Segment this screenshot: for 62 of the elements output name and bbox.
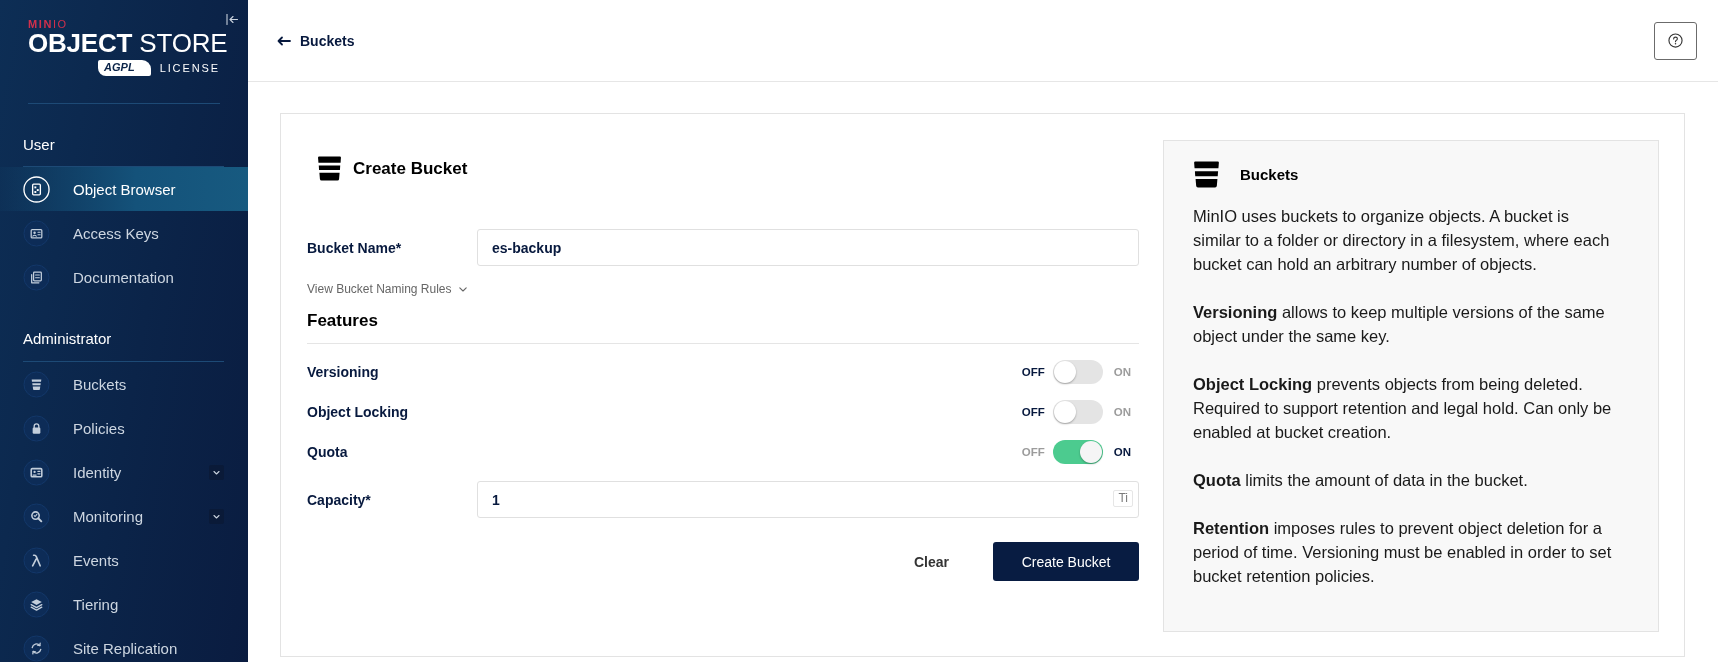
section-title: User xyxy=(23,136,55,153)
field-label: Capacity* xyxy=(307,491,372,508)
off-label: OFF xyxy=(1021,406,1045,418)
bucket-icon xyxy=(23,370,50,398)
sidebar-item[interactable]: Policies xyxy=(0,406,248,450)
chevron-icon[interactable] xyxy=(209,508,224,524)
brand-vendor: MINIO xyxy=(28,18,68,30)
bucket-icon xyxy=(1193,161,1220,188)
chevron-icon[interactable] xyxy=(209,464,224,480)
info-paragraph: Object Locking prevents objects from being deleted. Required to support retention and legal hold. Can only be enabled at bucket creation. xyxy=(1193,374,1613,443)
sidebar-item[interactable]: Tiering xyxy=(0,582,248,626)
toggle-switch[interactable] xyxy=(1052,400,1103,424)
brand-product: OBJECT STORE xyxy=(28,30,228,56)
bucket-icon xyxy=(317,156,342,181)
back-link[interactable]: Buckets xyxy=(277,32,355,49)
off-label: OFF xyxy=(1021,366,1045,378)
documents-icon xyxy=(23,263,50,291)
on-label: ON xyxy=(1113,446,1131,458)
sidebar-item[interactable]: Identity xyxy=(0,450,248,494)
file-icon xyxy=(23,175,50,203)
info-paragraph: Quota limits the amount of data in the bucket. xyxy=(1193,470,1529,491)
section-heading: Features xyxy=(307,311,378,330)
toggle-switch[interactable] xyxy=(1052,360,1103,384)
sidebar-item[interactable]: Events xyxy=(0,538,248,582)
field-label: Quota xyxy=(307,444,349,460)
unit-label: Ti xyxy=(1113,490,1133,507)
layers-icon xyxy=(23,590,50,618)
license-badge: AGPL xyxy=(98,60,151,76)
sidebar-item[interactable]: Documentation xyxy=(0,255,248,299)
sidebar-item[interactable]: Buckets xyxy=(0,362,248,406)
field-label: Object Locking xyxy=(307,404,410,420)
info-paragraph: Retention imposes rules to prevent object deletion for a period of time. Versioning must be enabled in order to set bucket retention policies. xyxy=(1193,518,1613,587)
text-button[interactable]: Clear xyxy=(897,542,965,581)
form-title: Create Bucket xyxy=(353,158,468,179)
toggle-switch[interactable] xyxy=(1052,440,1103,464)
on-label: ON xyxy=(1113,366,1131,378)
id-card-icon xyxy=(23,458,50,486)
off-label: OFF xyxy=(1021,446,1045,458)
sidebar-item[interactable]: Site Replication xyxy=(0,626,248,662)
section-title: Administrator xyxy=(23,330,112,347)
sidebar-item[interactable]: Access Keys xyxy=(0,211,248,255)
license-text: LICENSE xyxy=(159,61,220,75)
help-icon xyxy=(1668,33,1683,48)
collapse-icon[interactable] xyxy=(226,14,238,25)
field-label: Bucket Name* xyxy=(307,239,403,256)
lock-icon xyxy=(23,414,50,442)
id-card-icon xyxy=(23,219,50,247)
naming-rules-link[interactable]: View Bucket Naming Rules xyxy=(307,282,467,296)
sidebar-item[interactable]: Object Browser xyxy=(0,167,248,211)
on-label: ON xyxy=(1113,406,1131,418)
sync-icon xyxy=(23,634,50,662)
info-paragraph: MinIO uses buckets to organize objects. A bucket is similar to a folder or directory in a filesystem, where each bucket can hold an arbitrary number of objects. xyxy=(1193,206,1611,275)
info-title: Buckets xyxy=(1240,166,1299,183)
primary-button[interactable]: Create Bucket xyxy=(993,542,1139,581)
magnifier-icon xyxy=(23,502,50,530)
input-field[interactable]: es-backup xyxy=(477,229,1139,266)
field-label: Versioning xyxy=(307,364,380,380)
sidebar-item[interactable]: Monitoring xyxy=(0,494,248,538)
info-paragraph: Versioning allows to keep multiple versions of the same object under the same key. xyxy=(1193,302,1606,347)
lambda-icon xyxy=(23,546,50,574)
help-button[interactable] xyxy=(1654,21,1697,60)
arrow-left-icon xyxy=(277,35,291,46)
